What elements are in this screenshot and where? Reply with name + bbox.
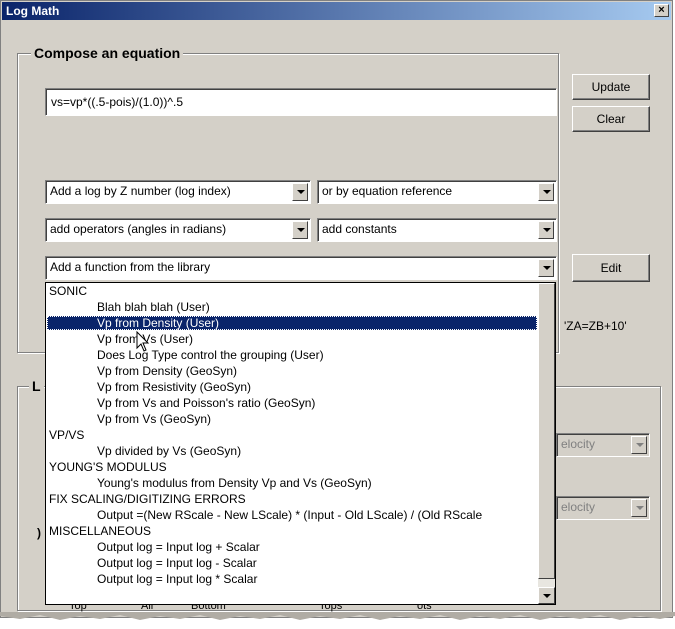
function-library-dropdown-list[interactable]: SONIC Blah blah blah (User) Vp from Densit… — [45, 282, 556, 605]
update-button[interactable]: Update — [572, 74, 650, 100]
dropdown-option[interactable]: Vp divided by Vs (GeoSyn) — [47, 444, 537, 458]
operators-combo[interactable]: add operators (angles in radians) — [45, 218, 311, 242]
function-library-combo-value: Add a function from the library — [50, 260, 211, 274]
constants-combo-value: add constants — [322, 222, 397, 236]
dropdown-option[interactable]: Vp from Vs (User) — [47, 332, 537, 346]
clear-button[interactable]: Clear — [572, 106, 650, 132]
velocity-combo-1-value: elocity — [561, 437, 596, 451]
dropdown-option[interactable]: Blah blah blah (User) — [47, 300, 537, 314]
velocity-combo-1[interactable]: elocity — [556, 433, 650, 457]
title-bar[interactable]: Log Math × — [2, 2, 671, 20]
dropdown-category: MISCELLANEOUS — [49, 524, 152, 538]
velocity-combo-2[interactable]: elocity — [556, 496, 650, 520]
side-label-fragment: ) — [37, 526, 41, 540]
scrollbar-thumb[interactable] — [538, 283, 555, 579]
close-button[interactable]: × — [654, 4, 669, 17]
dropdown-option[interactable]: Vp from Resistivity (GeoSyn) — [47, 380, 537, 394]
dropdown-option[interactable]: Young's modulus from Density Vp and Vs (… — [47, 476, 537, 490]
dropdown-arrow-icon[interactable] — [292, 183, 308, 201]
dropdown-option[interactable]: Output =(New RScale - New LScale) * (Inp… — [47, 508, 537, 522]
dropdown-option[interactable]: Does Log Type control the grouping (User… — [47, 348, 537, 362]
window-title: Log Math — [6, 4, 60, 18]
edit-button[interactable]: Edit — [572, 254, 650, 282]
scroll-down-arrow-icon[interactable] — [538, 587, 555, 604]
dropdown-option[interactable]: Vp from Density (GeoSyn) — [47, 364, 537, 378]
dropdown-option[interactable]: Vp from Density (User) — [47, 316, 537, 330]
function-library-combo[interactable]: Add a function from the library — [45, 256, 557, 280]
log-math-window: Log Math × Compose an equation vs=vp*((.… — [0, 0, 673, 618]
dropdown-arrow-icon[interactable] — [631, 436, 647, 454]
dropdown-arrow-icon[interactable] — [292, 221, 308, 239]
dropdown-scrollbar[interactable] — [538, 283, 555, 604]
velocity-combo-2-value: elocity — [561, 500, 596, 514]
equation-reference-combo-value: or by equation reference — [322, 184, 453, 198]
dropdown-category: FIX SCALING/DIGITIZING ERRORS — [49, 492, 246, 506]
mouse-pointer-icon — [136, 331, 150, 352]
dropdown-arrow-icon[interactable] — [538, 259, 554, 277]
dropdown-arrow-icon[interactable] — [631, 499, 647, 517]
operators-combo-value: add operators (angles in radians) — [50, 222, 227, 236]
dropdown-option[interactable]: Vp from Vs and Poisson's ratio (GeoSyn) — [47, 396, 537, 410]
example-equation-text: 'ZA=ZB+10' — [564, 319, 627, 333]
dropdown-option[interactable]: Output log = Input log - Scalar — [47, 556, 537, 570]
equation-reference-combo[interactable]: or by equation reference — [317, 180, 557, 204]
log-index-combo[interactable]: Add a log by Z number (log index) — [45, 180, 311, 204]
dropdown-category: SONIC — [49, 284, 88, 298]
close-icon: × — [658, 4, 665, 16]
dropdown-option[interactable]: Vp from Vs (GeoSyn) — [47, 412, 537, 426]
compose-group-title: Compose an equation — [31, 45, 184, 61]
torn-edge — [0, 612, 675, 620]
dropdown-option[interactable]: Output log = Input log + Scalar — [47, 540, 537, 554]
dropdown-category: YOUNG'S MODULUS — [49, 460, 167, 474]
dropdown-arrow-icon[interactable] — [538, 221, 554, 239]
dropdown-arrow-icon[interactable] — [538, 183, 554, 201]
constants-combo[interactable]: add constants — [317, 218, 557, 242]
dropdown-category: VP/VS — [49, 428, 85, 442]
dropdown-option[interactable]: Output log = Input log * Scalar — [47, 572, 537, 586]
equation-input[interactable]: vs=vp*((.5-pois)/(1.0))^.5 — [45, 88, 557, 116]
log-index-combo-value: Add a log by Z number (log index) — [50, 184, 231, 198]
lower-group-title: L — [29, 378, 44, 394]
